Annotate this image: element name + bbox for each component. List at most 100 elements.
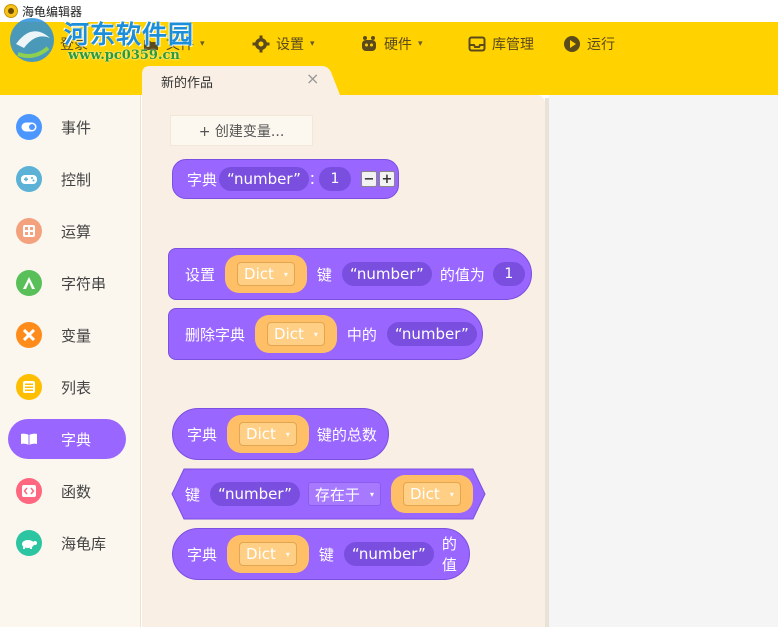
dict-name: Dict [246, 545, 276, 563]
operator-label: 存在于 [314, 485, 360, 504]
plus-button[interactable]: + [378, 171, 395, 187]
block-label: 设置 [185, 265, 216, 284]
block-label: 键 [185, 485, 201, 504]
file-menu[interactable]: 文件 ▾ [142, 22, 205, 66]
toggle-icon [16, 114, 42, 140]
value-input[interactable]: 1 [318, 167, 351, 191]
category-sidebar: 事件 控制 运算 字符串 变量 列表 字典 函数 海龟库 [0, 95, 141, 627]
key-input[interactable]: “number” [210, 482, 300, 506]
dict-name: Dict [246, 425, 276, 443]
file-label: 文件 [166, 37, 194, 53]
library-menu[interactable]: 库管理 [468, 22, 534, 66]
block-label: 删除字典 [185, 325, 246, 344]
run-label: 运行 [587, 37, 615, 53]
dict-dropdown[interactable]: Dict ▾ [239, 422, 297, 446]
gamepad-icon [16, 166, 42, 192]
block-label: 键 [316, 265, 332, 284]
block-label: 中的 [346, 325, 377, 344]
category-label: 运算 [61, 222, 92, 241]
inbox-icon [468, 36, 486, 52]
category-variables[interactable]: 变量 [8, 315, 126, 355]
chevron-down-icon: ▾ [285, 549, 290, 559]
dict-reporter[interactable]: Dict ▾ [390, 475, 473, 513]
file-icon [144, 40, 158, 50]
dict-dropdown[interactable]: Dict ▾ [402, 482, 461, 506]
category-label: 海龟库 [61, 534, 107, 553]
string-icon [16, 270, 42, 296]
block-label: 字典 [187, 545, 218, 564]
category-label: 字符串 [61, 274, 107, 293]
key-input[interactable]: “number” [343, 542, 434, 566]
chevron-down-icon: ▾ [418, 39, 423, 49]
dict-name: Dict [409, 485, 440, 503]
close-icon[interactable]: × [306, 69, 319, 88]
key-input[interactable]: “number” [386, 322, 477, 346]
set-dict-value-block[interactable]: 设置 Dict ▾ 键 “number” 的值为 1 [168, 248, 532, 300]
category-events[interactable]: 事件 [8, 107, 126, 147]
chevron-down-icon: ▾ [200, 39, 205, 49]
tab-label: 新的作品 [161, 76, 214, 91]
chevron-down-icon: ▾ [449, 489, 454, 499]
category-lists[interactable]: 列表 [8, 367, 126, 407]
settings-menu[interactable]: 设置 ▾ [252, 22, 315, 66]
category-control[interactable]: 控制 [8, 159, 126, 199]
variable-icon [16, 322, 42, 348]
category-functions[interactable]: 函数 [8, 471, 126, 511]
dict-get-value-block[interactable]: 字典 Dict ▾ 键 “number” 的值 [172, 528, 470, 580]
create-variable-button[interactable]: + 创建变量... [170, 115, 313, 146]
settings-label: 设置 [276, 37, 304, 53]
dict-reporter[interactable]: Dict ▾ [225, 255, 307, 293]
category-label: 列表 [61, 378, 92, 397]
chevron-down-icon: ▾ [313, 329, 318, 339]
block-label: 的值为 [439, 265, 485, 284]
delete-dict-key-block[interactable]: 删除字典 Dict ▾ 中的 “number” [168, 308, 483, 360]
key-exists-block[interactable]: 键 “number” 存在于 ▾ Dict ▾ [171, 468, 487, 520]
dict-dropdown[interactable]: Dict ▾ [267, 322, 325, 346]
block-label: 的值 [441, 535, 457, 574]
dict-literal-block[interactable]: 字典 “number” ： 1 − + [172, 159, 399, 199]
tab-new-work[interactable]: 新的作品 × [142, 66, 340, 95]
block-label: 键的总数 [316, 425, 377, 444]
category-label: 字典 [61, 430, 92, 449]
title-bar: 海龟编辑器 [0, 0, 778, 22]
window-title: 海龟编辑器 [22, 4, 83, 19]
dict-dropdown[interactable]: Dict ▾ [237, 262, 295, 286]
gear-icon [252, 35, 270, 53]
code-icon [16, 478, 42, 504]
dict-reporter[interactable]: Dict ▾ [255, 315, 337, 353]
category-operators[interactable]: 运算 [8, 211, 126, 251]
dict-reporter[interactable]: Dict ▾ [227, 535, 309, 573]
category-label: 变量 [61, 326, 92, 345]
operator-dropdown[interactable]: 存在于 ▾ [307, 482, 381, 506]
dict-dropdown[interactable]: Dict ▾ [239, 542, 297, 566]
key-input[interactable]: “number” [219, 167, 309, 191]
value-input[interactable]: 1 [492, 262, 525, 286]
category-strings[interactable]: 字符串 [8, 263, 126, 303]
library-label: 库管理 [492, 37, 534, 53]
chevron-down-icon: ▾ [310, 39, 315, 49]
chevron-down-icon: ▾ [285, 429, 290, 439]
dict-length-block[interactable]: 字典 Dict ▾ 键的总数 [172, 408, 389, 460]
robot-icon [362, 36, 376, 51]
calculator-icon [16, 218, 42, 244]
dict-reporter[interactable]: Dict ▾ [227, 415, 309, 453]
block-label: 键 [318, 545, 334, 564]
category-dictionary[interactable]: 字典 [8, 419, 126, 459]
block-label: 字典 [187, 170, 218, 189]
run-button[interactable]: 运行 [563, 22, 615, 66]
category-turtle-library[interactable]: 海龟库 [8, 523, 126, 563]
category-label: 函数 [61, 482, 92, 501]
key-input[interactable]: “number” [341, 262, 432, 286]
dict-name: Dict [274, 325, 304, 343]
code-canvas[interactable] [549, 95, 778, 627]
play-icon [564, 36, 580, 52]
minus-button[interactable]: − [360, 171, 377, 187]
login-menu[interactable]: 登录 [38, 22, 88, 66]
book-icon [16, 426, 42, 452]
block-label: 字典 [187, 425, 218, 444]
hardware-label: 硬件 [384, 37, 412, 53]
list-icon [16, 374, 42, 400]
tab-bar [0, 66, 778, 95]
hardware-menu[interactable]: 硬件 ▾ [360, 22, 423, 66]
chevron-down-icon: ▾ [369, 489, 374, 499]
